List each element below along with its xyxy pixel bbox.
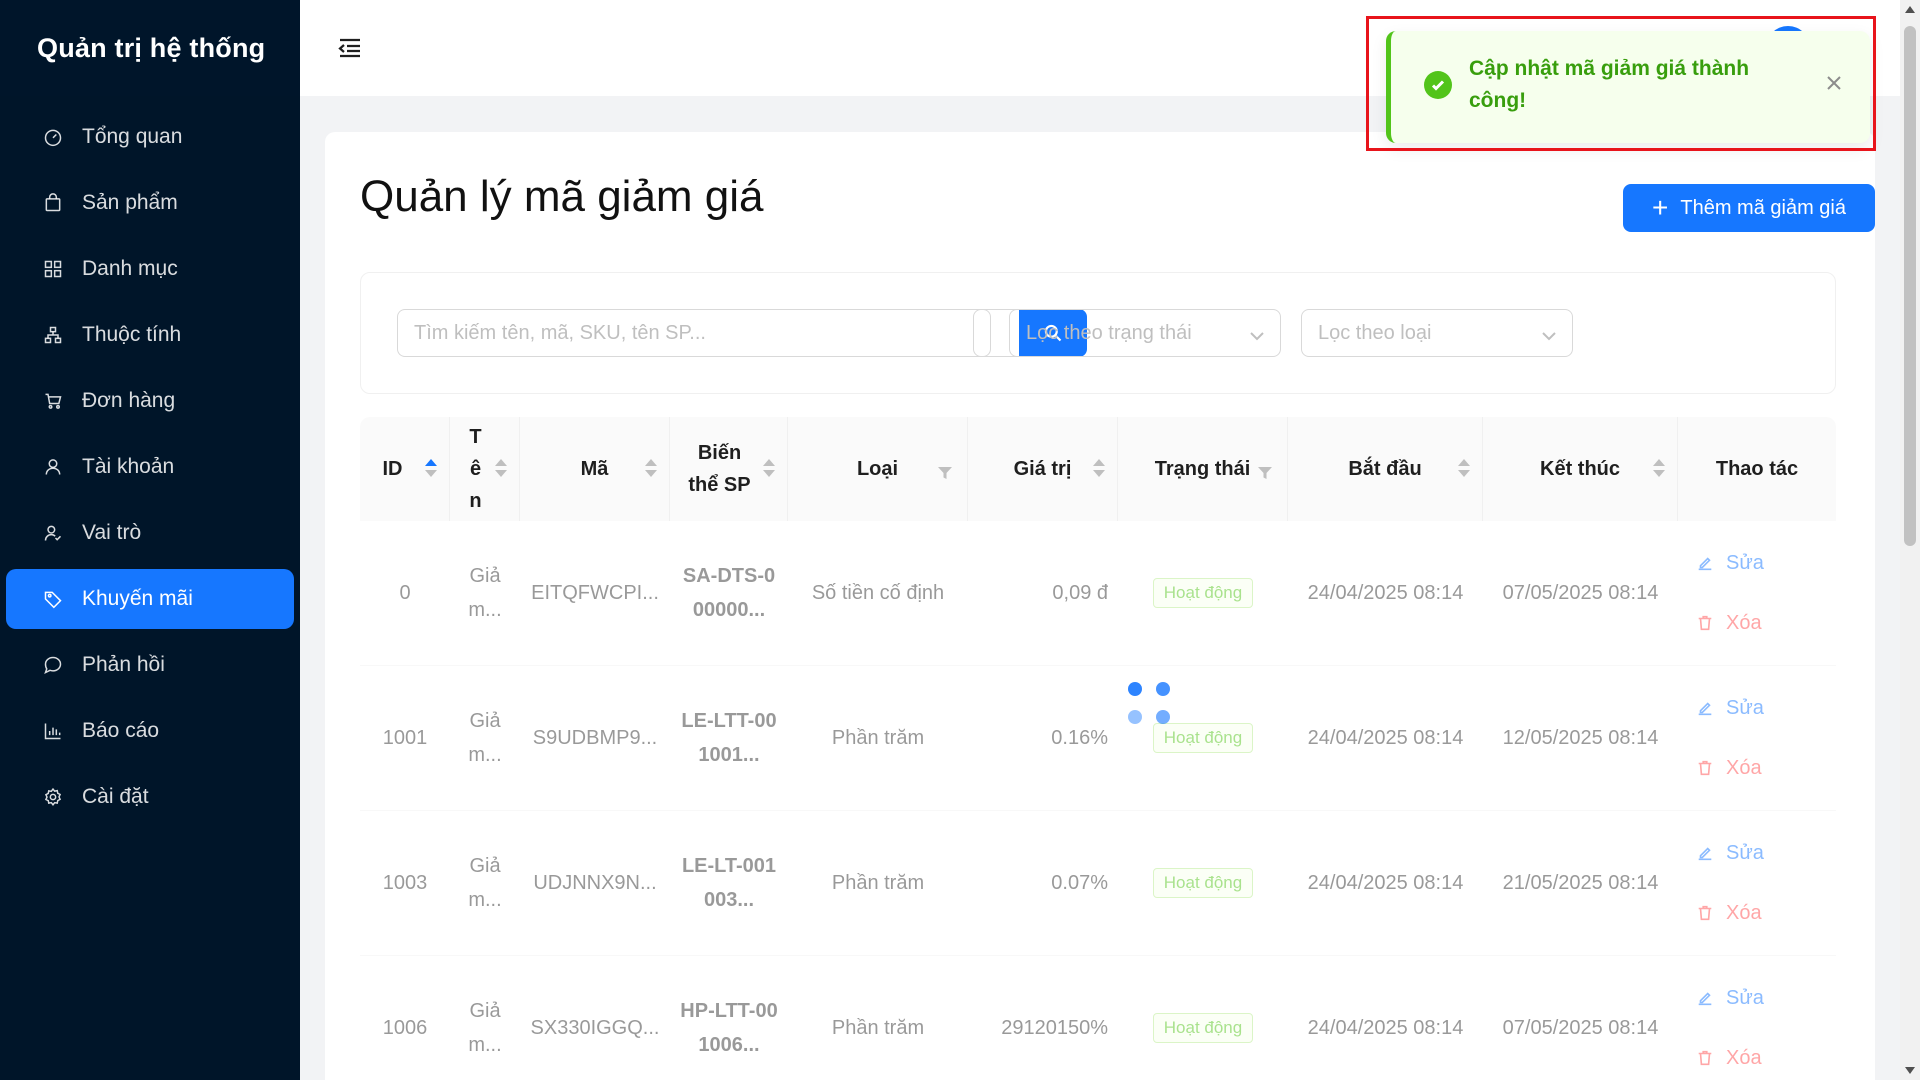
plus-icon: +	[1652, 192, 1669, 223]
column-header-type[interactable]: Loại	[788, 417, 968, 521]
sidebar-item-khuyen-mai[interactable]: Khuyến mãi	[6, 569, 294, 629]
sidebar-item-label: Cài đặt	[82, 785, 149, 808]
add-discount-label: Thêm mã giảm giá	[1680, 196, 1846, 219]
column-header-label: Trạng thái	[1154, 458, 1251, 480]
comment-icon	[42, 654, 64, 676]
sidebar-item-label: Đơn hàng	[82, 389, 176, 412]
sidebar-item-label: Tổng quan	[82, 125, 183, 148]
column-header-actions: Thao tác	[1678, 417, 1836, 521]
scroll-down-arrow-icon[interactable]	[1905, 1067, 1915, 1074]
sort-icon	[425, 459, 437, 481]
table-header: ID Tên Mã Biến thể SP Loại Giá trị Trạng…	[360, 417, 1836, 521]
sidebar-item-label: Khuyến mãi	[82, 587, 193, 610]
discount-table: ID Tên Mã Biến thể SP Loại Giá trị Trạng…	[360, 417, 1836, 1080]
brand: Quản trị hệ thống	[0, 0, 300, 96]
type-filter-select[interactable]: Lọc theo loại	[1301, 309, 1573, 357]
status-filter-placeholder: Lọc theo trạng thái	[1026, 321, 1192, 344]
sort-icon	[763, 459, 775, 481]
chevron-down-icon	[1542, 326, 1556, 341]
column-header-value[interactable]: Giá trị	[968, 417, 1118, 521]
sidebar-item-vai-tro[interactable]: Vai trò	[6, 503, 294, 563]
grid-icon	[42, 258, 64, 280]
sidebar-item-label: Thuộc tính	[82, 323, 182, 346]
tag-icon	[42, 588, 64, 610]
column-header-end[interactable]: Kết thúc	[1483, 417, 1678, 521]
discount-management-card: Quản lý mã giảm giá + Thêm mã giảm giá L…	[325, 132, 1875, 1080]
filter-bar: Lọc theo trạng thái Lọc theo loại	[360, 272, 1836, 394]
add-discount-button[interactable]: + Thêm mã giảm giá	[1623, 184, 1875, 232]
sidebar-item-san-pham[interactable]: Sản phẩm	[6, 173, 294, 233]
scrollbar-thumb[interactable]	[1904, 26, 1916, 546]
sidebar-item-bao-cao[interactable]: Báo cáo	[6, 701, 294, 761]
sidebar-item-label: Tài khoản	[82, 455, 175, 478]
column-header-status[interactable]: Trạng thái	[1118, 417, 1288, 521]
scroll-up-arrow-icon[interactable]	[1905, 6, 1915, 13]
team-icon	[42, 522, 64, 544]
column-header-label: Thao tác	[1715, 458, 1799, 480]
sidebar-item-tong-quan[interactable]: Tổng quan	[6, 107, 294, 167]
sidebar-item-label: Vai trò	[82, 521, 142, 544]
sidebar-item-cai-dat[interactable]: Cài đặt	[6, 767, 294, 827]
column-header-name[interactable]: Tên	[450, 417, 520, 521]
sort-icon	[645, 459, 657, 481]
dashboard-icon	[42, 126, 64, 148]
column-header-variant[interactable]: Biến thể SP	[670, 417, 788, 521]
shopping-bag-icon	[42, 192, 64, 214]
column-header-label: Bắt đầu	[1348, 458, 1422, 480]
sidebar-item-label: Sản phẩm	[82, 191, 178, 214]
sidebar-item-don-hang[interactable]: Đơn hàng	[6, 371, 294, 431]
type-filter-placeholder: Lọc theo loại	[1318, 321, 1432, 344]
filter-icon[interactable]	[1257, 459, 1273, 479]
sidebar-item-label: Danh mục	[82, 257, 178, 280]
status-filter-select[interactable]: Lọc theo trạng thái	[1009, 309, 1281, 357]
sidebar-menu: Tổng quan Sản phẩm Danh mục Thuộc tính Đ…	[0, 96, 300, 827]
sidebar-item-danh-muc[interactable]: Danh mục	[6, 239, 294, 299]
sidebar: Quản trị hệ thống Tổng quan Sản phẩm Dan…	[0, 0, 300, 1080]
page-title: Quản lý mã giảm giá	[360, 172, 764, 221]
loading-overlay	[360, 521, 1836, 1080]
gear-icon	[42, 786, 64, 808]
sidebar-item-label: Báo cáo	[82, 719, 160, 742]
loading-spinner-icon	[1128, 682, 1172, 726]
column-header-code[interactable]: Mã	[520, 417, 670, 521]
column-header-start[interactable]: Bắt đầu	[1288, 417, 1483, 521]
search-input[interactable]	[397, 309, 1019, 357]
sidebar-item-label: Phản hồi	[82, 653, 165, 676]
menu-fold-icon[interactable]	[336, 34, 364, 62]
sort-icon	[1458, 459, 1470, 481]
bar-chart-icon	[42, 720, 64, 742]
sort-icon	[1653, 459, 1665, 481]
notification-highlight-box	[1366, 16, 1876, 151]
column-header-label: Kết thúc	[1540, 458, 1620, 480]
sort-icon	[1093, 459, 1105, 481]
vertical-scrollbar[interactable]	[1900, 0, 1920, 1080]
cart-icon	[42, 390, 64, 412]
column-header-label: Mã	[580, 458, 609, 480]
sidebar-item-thuoc-tinh[interactable]: Thuộc tính	[6, 305, 294, 365]
chevron-down-icon	[1250, 326, 1264, 341]
table-body: 0 Giả m... EITQFWCPI... SA-DTS-000000...…	[360, 521, 1836, 1080]
column-header-id[interactable]: ID	[360, 417, 450, 521]
sidebar-item-phan-hoi[interactable]: Phản hồi	[6, 635, 294, 695]
column-header-label: Tên	[469, 426, 482, 512]
user-icon	[42, 456, 64, 478]
column-header-label: Loại	[856, 458, 899, 480]
sidebar-item-tai-khoan[interactable]: Tài khoản	[6, 437, 294, 497]
column-header-label: ID	[382, 458, 403, 480]
column-header-label: Giá trị	[1013, 458, 1072, 480]
filter-icon[interactable]	[937, 459, 953, 479]
cluster-icon	[42, 324, 64, 346]
sort-icon	[495, 459, 507, 481]
brand-title: Quản trị hệ thống	[37, 32, 266, 63]
column-header-label: Biến thể SP	[688, 442, 751, 496]
